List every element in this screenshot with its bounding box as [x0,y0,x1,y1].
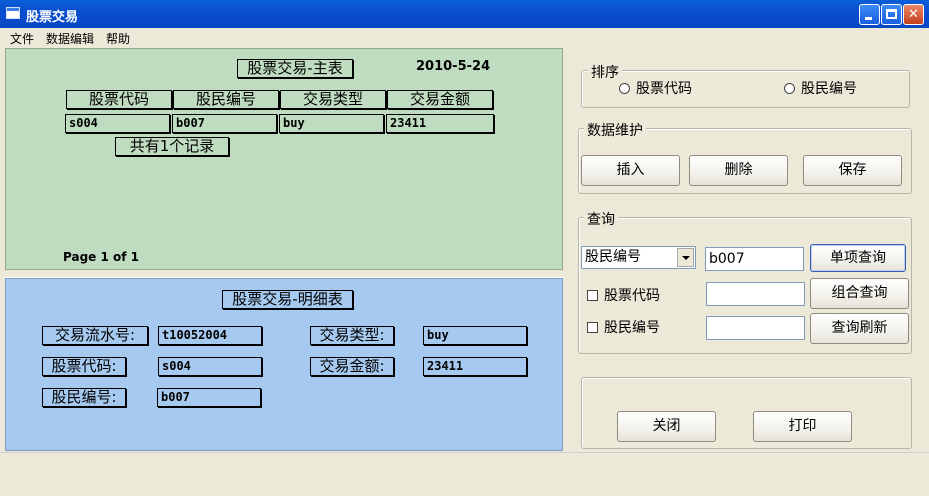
status-bar [0,452,929,496]
close-window-button[interactable]: ✕ [903,4,924,25]
column-header-investor-no: 股民编号 [173,90,279,109]
close-icon: ✕ [908,7,919,22]
combined-query-button[interactable]: 组合查询 [810,278,909,309]
chevron-down-icon[interactable] [677,248,694,267]
table-cell-stock-code: s004 [65,114,170,133]
column-header-trade-type: 交易类型 [280,90,386,109]
main-report-title: 股票交易-主表 [237,59,353,78]
maintenance-group-title: 数据维护 [584,120,646,140]
window-icon [6,7,20,19]
record-count: 共有1个记录 [115,137,229,156]
label-investor-no: 股民编号: [42,388,126,407]
menu-help[interactable]: 帮助 [104,30,132,47]
main-report-panel: 股票交易-主表 2010-5-24 股票代码 股民编号 交易类型 交易金额 s0… [5,48,563,270]
table-cell-investor-no: b007 [172,114,277,133]
minimize-icon [865,17,872,20]
refresh-query-button[interactable]: 查询刷新 [810,313,909,344]
window-title: 股票交易 [26,10,79,25]
investor-no-query-input[interactable] [706,316,805,340]
table-cell-trade-amount: 23411 [386,114,494,133]
radio-sort-stock-code[interactable] [619,83,630,94]
maximize-button[interactable] [881,4,902,25]
close-button[interactable]: 关闭 [617,411,716,442]
report-date: 2010-5-24 [416,59,491,74]
sort-group-title: 排序 [588,62,622,82]
single-query-button[interactable]: 单项查询 [810,244,906,272]
detail-panel: 股票交易-明细表 交易流水号: t10052004 股票代码: s004 股民编… [5,278,563,451]
table-cell-trade-type: buy [279,114,384,133]
sort-group [581,70,910,108]
maximize-icon [886,9,897,19]
page-indicator: Page 1 of 1 [63,250,139,264]
panel-splitter[interactable] [5,270,563,278]
insert-button[interactable]: 插入 [581,155,680,186]
label-stock-code: 股票代码: [42,357,126,376]
radio-label-investor-no[interactable]: 股民编号 [801,78,857,98]
radio-sort-investor-no[interactable] [784,83,795,94]
single-query-input[interactable]: b007 [705,247,804,271]
query-field-select[interactable]: 股民编号 [581,246,696,269]
checkbox-label-stock-code[interactable]: 股票代码 [604,285,660,305]
menu-file[interactable]: 文件 [8,30,36,47]
value-stock-code: s004 [158,357,262,376]
label-trade-amount: 交易金额: [310,357,394,376]
print-button[interactable]: 打印 [753,411,852,442]
value-trade-amount: 23411 [423,357,527,376]
radio-label-stock-code[interactable]: 股票代码 [636,78,692,98]
column-header-trade-amount: 交易金额 [387,90,493,109]
delete-button[interactable]: 删除 [689,155,788,186]
column-header-stock-code: 股票代码 [66,90,172,109]
minimize-button[interactable] [859,4,880,25]
query-group-title: 查询 [584,209,618,229]
detail-title: 股票交易-明细表 [222,290,353,309]
title-bar[interactable]: 股票交易 ✕ [0,0,929,28]
label-serial-no: 交易流水号: [42,326,148,345]
stock-code-query-input[interactable] [706,282,805,306]
checkbox-label-investor-no[interactable]: 股民编号 [604,317,660,337]
query-field-selected: 股民编号 [585,249,641,265]
checkbox-investor-no[interactable] [587,322,598,333]
checkbox-stock-code[interactable] [587,290,598,301]
value-investor-no: b007 [157,388,261,407]
value-trade-type: buy [423,326,527,345]
label-trade-type: 交易类型: [310,326,394,345]
menu-bar: 文件 数据编辑 帮助 [0,28,929,48]
save-button[interactable]: 保存 [803,155,902,186]
menu-data-edit[interactable]: 数据编辑 [44,30,96,47]
value-serial-no: t10052004 [158,326,262,345]
